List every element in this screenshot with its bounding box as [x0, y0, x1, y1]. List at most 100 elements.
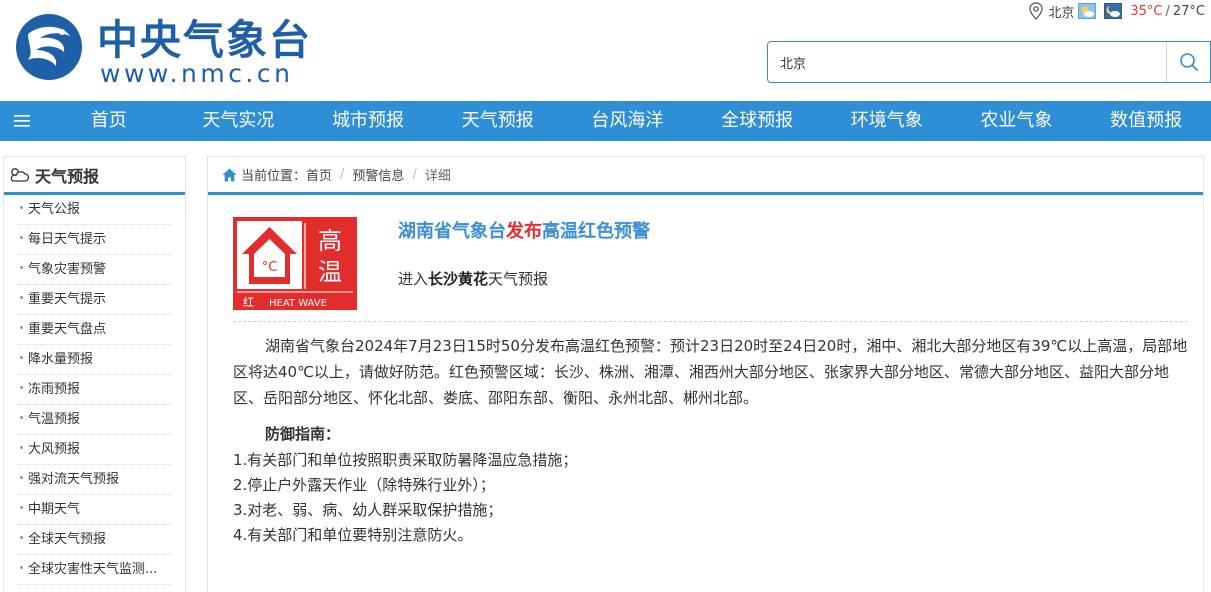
sidebar-item-label: 全球天气预报 — [28, 532, 107, 547]
breadcrumb-separator: / — [412, 167, 417, 182]
breadcrumb: 当前位置： 首页 / 预警信息 / 详细 — [208, 157, 1203, 195]
bullet-dot — [20, 536, 23, 539]
bullet-dot — [20, 446, 23, 449]
main-content: 当前位置： 首页 / 预警信息 / 详细 °C 高 温 红 HEAT WAVE … — [207, 156, 1204, 592]
temp-separator: / — [1165, 3, 1170, 19]
sidebar-item-daily-tips[interactable]: 每日天气提示 — [16, 225, 171, 255]
nav-item-numerical[interactable]: 数值预报 — [1081, 101, 1211, 141]
sidebar-item-global-disaster[interactable]: 全球灾害性天气监测... — [16, 555, 171, 585]
nav-item-weather-live[interactable]: 天气实况 — [174, 101, 304, 141]
warning-title-verb: 发布 — [506, 221, 542, 242]
sidebar-item-convection[interactable]: 强对流天气预报 — [16, 465, 171, 495]
search-button[interactable] — [1166, 42, 1210, 82]
breadcrumb-home[interactable]: 首页 — [306, 165, 332, 184]
sidebar-title: 天气预报 — [35, 166, 100, 186]
icon-label-en: HEAT WAVE — [269, 298, 327, 309]
bullet-dot — [20, 386, 23, 389]
search-icon — [1179, 53, 1198, 71]
sidebar-item-gale[interactable]: 大风预报 — [16, 435, 171, 465]
guide-item: 4.有关部门和单位要特别注意防火。 — [233, 526, 473, 544]
guide-item: 2.停止户外露天作业（除特殊行业外）； — [233, 476, 495, 494]
sidebar-header: 天气预报 — [4, 157, 185, 195]
forecast-link-prefix: 进入 — [398, 270, 429, 288]
bullet-dot — [20, 476, 23, 479]
nmc-logo[interactable] — [14, 12, 84, 82]
breadcrumb-current: 详细 — [424, 169, 451, 184]
search-box — [767, 41, 1211, 83]
sidebar-item-medium-range[interactable]: 中期天气 — [16, 495, 171, 525]
sidebar-item-precipitation[interactable]: 降水量预报 — [16, 345, 171, 375]
nav-item-typhoon-marine[interactable]: 台风海洋 — [563, 101, 693, 141]
sidebar-item-label: 降水量预报 — [28, 352, 94, 367]
guide-item: 1.有关部门和单位按照职责采取防暑降温应急措施； — [233, 451, 578, 469]
icon-thermo-unit: °C — [262, 260, 278, 275]
main-nav: 首页 天气实况 城市预报 天气预报 台风海洋 全球预报 环境气象 农业气象 数值… — [0, 101, 1211, 141]
sidebar-list: 天气公报 每日天气提示 气象灾害预警 重要天气提示 重要天气盘点 降水量预报 冻… — [4, 195, 185, 585]
bullet-dot — [20, 506, 23, 509]
bullet-dot — [20, 296, 23, 299]
nav-item-city-forecast[interactable]: 城市预报 — [303, 101, 433, 141]
bullet-dot — [20, 236, 23, 239]
partly-cloudy-night-icon — [1104, 3, 1123, 19]
sidebar-item-label: 气温预报 — [28, 412, 81, 427]
city-forecast-link[interactable]: 进入长沙黄花天气预报 — [398, 268, 548, 289]
warning-title-suffix: 高温红色预警 — [542, 221, 650, 242]
sidebar-item-freezing-rain[interactable]: 冻雨预报 — [16, 375, 171, 405]
bullet-dot — [20, 356, 23, 359]
bullet-dot — [20, 326, 23, 329]
sidebar-item-label: 重要天气提示 — [28, 292, 107, 307]
nav-menu-button[interactable] — [0, 101, 44, 141]
breadcrumb-section[interactable]: 预警信息 — [352, 165, 404, 184]
sidebar-item-weather-bulletin[interactable]: 天气公报 — [16, 195, 171, 225]
temp-low: 27°C — [1172, 3, 1205, 19]
icon-type-char-2: 温 — [318, 258, 342, 286]
nav-item-environment[interactable]: 环境气象 — [822, 101, 952, 141]
warning-title-prefix: 湖南省气象台 — [398, 221, 506, 242]
partly-cloudy-day-icon — [1078, 3, 1097, 19]
sidebar-item-temperature[interactable]: 气温预报 — [16, 405, 171, 435]
cloud-sun-icon — [10, 167, 30, 182]
home-icon — [222, 168, 237, 181]
bullet-dot — [20, 206, 23, 209]
nav-item-agriculture[interactable]: 农业气象 — [952, 101, 1082, 141]
nav-item-home[interactable]: 首页 — [44, 101, 174, 141]
weather-city: 北京 — [1048, 5, 1075, 21]
sidebar-item-label: 中期天气 — [28, 502, 81, 517]
sidebar-item-label: 重要天气盘点 — [28, 322, 107, 337]
icon-level: 红 — [243, 296, 254, 309]
hamburger-menu-icon — [13, 115, 30, 127]
sidebar-item-label: 大风预报 — [28, 442, 81, 457]
forecast-link-place: 长沙黄花 — [428, 270, 489, 288]
warning-title: 湖南省气象台发布高温红色预警 — [398, 217, 650, 243]
sidebar-item-disaster-warning[interactable]: 气象灾害预警 — [16, 255, 171, 285]
sidebar-item-important-review[interactable]: 重要天气盘点 — [16, 315, 171, 345]
site-header: 中央气象台 www.nmc.cn 北京 35°C / 27°C — [0, 0, 1211, 101]
location-pin-icon — [1029, 2, 1044, 20]
site-title[interactable]: 中央气象台 — [97, 16, 312, 64]
current-weather[interactable]: 北京 35°C / 27°C — [1028, 1, 1205, 21]
temp-high: 35°C — [1130, 3, 1163, 19]
bullet-dot — [20, 266, 23, 269]
guide-item: 3.对老、弱、病、幼人群采取保护措施； — [233, 501, 503, 519]
search-input[interactable] — [768, 42, 1166, 82]
sidebar-item-label: 强对流天气预报 — [28, 472, 120, 487]
heat-wave-red-warning-icon: °C 高 温 红 HEAT WAVE — [233, 217, 357, 310]
sidebar-item-label: 冻雨预报 — [28, 382, 81, 397]
forecast-link-suffix: 天气预报 — [488, 270, 549, 288]
sidebar-item-global-weather[interactable]: 全球天气预报 — [16, 525, 171, 555]
nav-item-weather-forecast[interactable]: 天气预报 — [433, 101, 563, 141]
guide-title: 防御指南： — [265, 425, 341, 443]
sidebar-item-important-tips[interactable]: 重要天气提示 — [16, 285, 171, 315]
bullet-dot — [20, 566, 23, 569]
breadcrumb-separator: / — [340, 167, 345, 182]
sidebar-item-label: 气象灾害预警 — [28, 262, 107, 277]
site-url[interactable]: www.nmc.cn — [100, 60, 293, 88]
sidebar: 天气预报 天气公报 每日天气提示 气象灾害预警 重要天气提示 重要天气盘点 降水… — [3, 156, 186, 592]
content-divider — [233, 321, 1188, 322]
sidebar-item-label: 天气公报 — [28, 202, 81, 217]
icon-type-char-1: 高 — [318, 227, 342, 255]
breadcrumb-prefix: 当前位置： — [241, 169, 307, 184]
guide-list: 1.有关部门和单位按照职责采取防暑降温应急措施； 2.停止户外露天作业（除特殊行… — [233, 448, 577, 548]
nav-item-global-forecast[interactable]: 全球预报 — [692, 101, 822, 141]
warning-body: 湖南省气象台2024年7月23日15时50分发布高温红色预警：预计23日20时至… — [233, 337, 1188, 407]
